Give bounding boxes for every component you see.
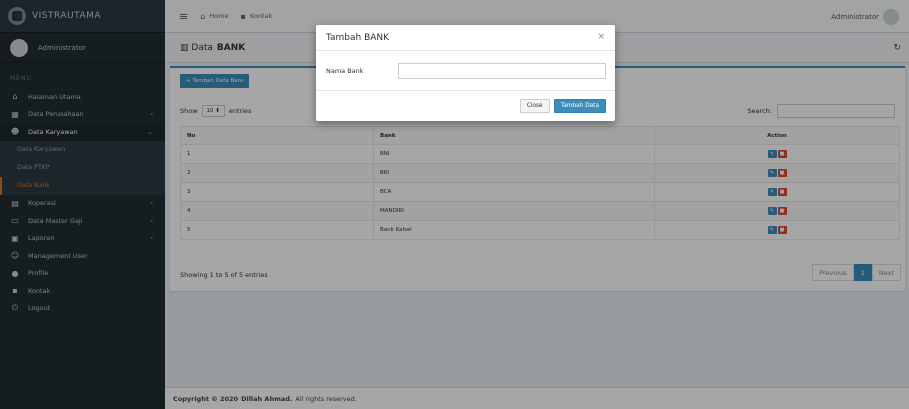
add-bank-modal: Tambah BANK × Nama Bank Close Tambah Dat… (316, 25, 615, 121)
modal-title: Tambah BANK (326, 32, 390, 43)
submit-button[interactable]: Tambah Data (553, 99, 606, 113)
modal-footer: Close Tambah Data (316, 91, 615, 121)
close-icon[interactable]: × (597, 32, 605, 42)
bank-name-label: Nama Bank (326, 66, 364, 75)
close-button[interactable]: Close (519, 99, 550, 113)
modal-header: Tambah BANK × (316, 25, 615, 51)
modal-body: Nama Bank (316, 51, 615, 91)
bank-name-input[interactable] (398, 62, 606, 79)
